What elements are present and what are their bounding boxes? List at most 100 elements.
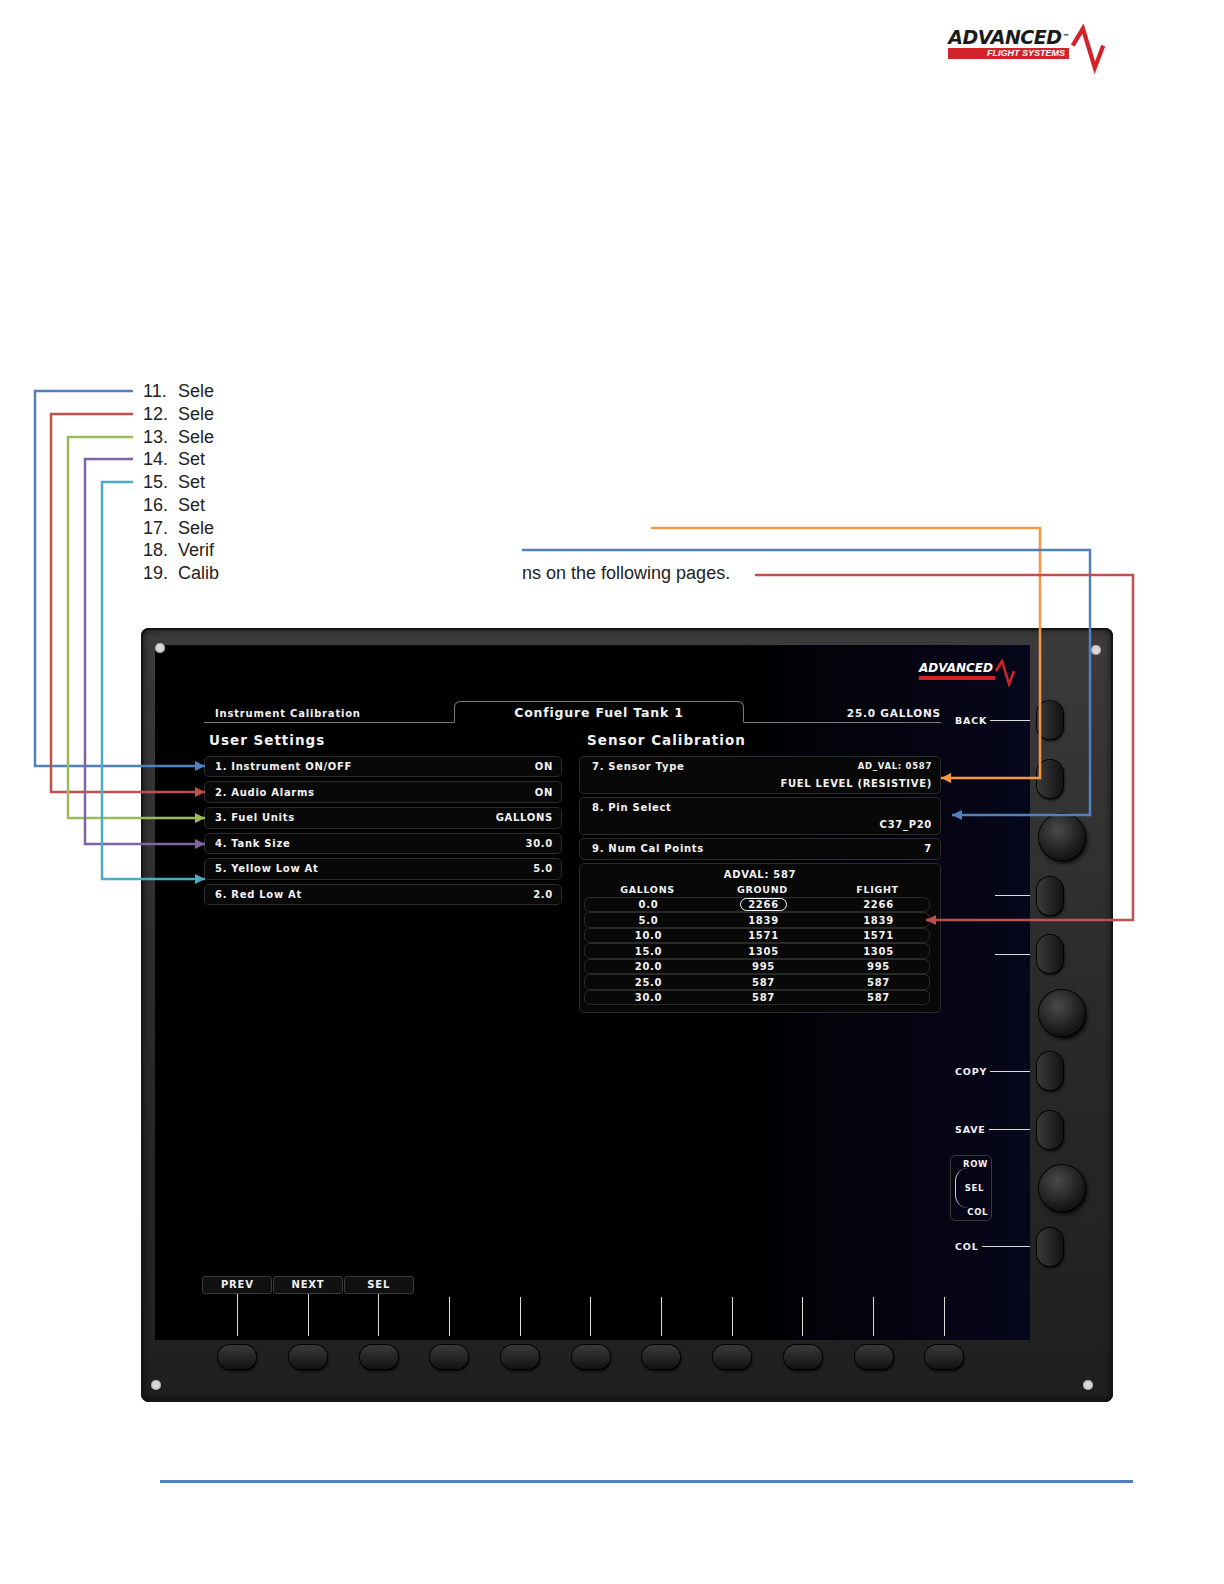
step-number: 17.: [143, 517, 178, 540]
table-cell: 2266: [706, 898, 821, 911]
softkey-line: [378, 1294, 379, 1336]
step-number: 16.: [143, 494, 178, 517]
table-cell: 0.0: [591, 898, 706, 911]
bottom-button[interactable]: [218, 1345, 256, 1369]
screen-body: Instrument CalibrationConfigure Fuel Tan…: [155, 691, 1030, 1276]
softkey-line: [995, 895, 1030, 896]
bottom-button[interactable]: [572, 1345, 610, 1369]
table-cell: 30.0: [591, 991, 706, 1004]
softkey-line: [308, 1294, 309, 1336]
softkey-slot: COL: [945, 1217, 1030, 1276]
setting-value: 2.0: [533, 889, 553, 900]
footer-rule: [160, 1480, 1133, 1483]
step-item: 13.Sele: [143, 426, 1224, 449]
rotary-knob[interactable]: [1039, 814, 1085, 860]
bottom-softkey-slot: NEXT: [273, 1276, 344, 1340]
bottom-button[interactable]: [925, 1345, 963, 1369]
softkey-slot: ROWSELCOL: [945, 1159, 1030, 1218]
section-title: User Settings: [204, 732, 579, 748]
table-row[interactable]: 25.0587587: [584, 974, 930, 990]
zigzag-icon: [995, 659, 1015, 687]
control-slot: [1030, 749, 1113, 808]
table-cell: 20.0: [591, 960, 706, 973]
setting-row[interactable]: 4. Tank Size30.0: [204, 833, 562, 855]
softkey-label: COL: [955, 1241, 982, 1252]
table-cell: 995: [821, 960, 936, 973]
bottom-button[interactable]: [430, 1345, 468, 1369]
control-slot: [909, 1345, 980, 1369]
table-cell: 995: [706, 960, 821, 973]
pin-select-row[interactable]: 8. Pin SelectC37_P20: [579, 797, 941, 835]
settings-columns: 1. Instrument ON/OFFON 2. Audio AlarmsON 3…: [204, 756, 941, 1013]
step-item: 15.Set: [143, 471, 1224, 494]
setting-row[interactable]: 5. Yellow Low At5.0: [204, 858, 562, 880]
table-row[interactable]: 10.015711571: [584, 928, 930, 944]
softkey-line: [802, 1297, 803, 1336]
user-settings: 1. Instrument ON/OFFON 2. Audio AlarmsON 3…: [204, 756, 562, 1013]
step-text: Set: [178, 471, 522, 494]
setting-value: ON: [535, 787, 553, 798]
rotary-knob[interactable]: [1039, 1165, 1085, 1211]
bottom-button[interactable]: [713, 1345, 751, 1369]
control-slot: [202, 1345, 273, 1369]
setting-row[interactable]: 3. Fuel UnitsGALLONS: [204, 807, 562, 829]
setting-row[interactable]: 2. Audio AlarmsON: [204, 781, 562, 803]
brand-subtitle: FLIGHT SYSTEMS: [948, 48, 1069, 59]
screen-logo: ADVANCED: [919, 659, 1015, 691]
screw-icon: [151, 1380, 161, 1390]
table-row[interactable]: 5.018391839: [584, 912, 930, 928]
side-button[interactable]: [1037, 1052, 1063, 1090]
step-number: 19.: [143, 562, 178, 585]
setting-row[interactable]: 1. Instrument ON/OFFON: [204, 756, 562, 778]
side-button[interactable]: [1037, 760, 1063, 798]
bottom-button[interactable]: [289, 1345, 327, 1369]
knob-label: SEL: [965, 1183, 988, 1193]
ad-value: AD_VAL: 0587: [858, 759, 932, 774]
softkey-slot: SAVE: [945, 1100, 1030, 1159]
callout-arrow: [651, 528, 1040, 778]
bottom-button[interactable]: [855, 1345, 893, 1369]
step-text: Calib: [178, 562, 522, 585]
table-caption: ADVAL: 587: [584, 867, 936, 882]
table-row[interactable]: 30.0587587: [584, 990, 930, 1006]
setting-value: GALLONS: [496, 812, 553, 823]
softkey-line: [449, 1297, 450, 1336]
rotary-knob[interactable]: [1039, 990, 1085, 1036]
softkey-line: [990, 720, 1030, 721]
bottom-button[interactable]: [501, 1345, 539, 1369]
bottom-button[interactable]: [642, 1345, 680, 1369]
callout-arrow: [85, 459, 205, 844]
screw-icon: [1091, 645, 1101, 655]
step-text: Sele: [178, 403, 522, 426]
step-text: Verif: [178, 539, 522, 562]
bottom-button[interactable]: [360, 1345, 398, 1369]
softkey-slot: [945, 749, 1030, 808]
table-cell: 587: [706, 976, 821, 989]
table-row[interactable]: 15.013051305: [584, 943, 930, 959]
softkey-line: [989, 1129, 1030, 1130]
sensor-type-row[interactable]: 7. Sensor TypeAD_VAL: 0587FUEL LEVEL (RE…: [579, 756, 941, 794]
table-cell: 1305: [821, 945, 936, 958]
breadcrumb: Instrument Calibration: [204, 708, 454, 722]
table-cell: 5.0: [591, 914, 706, 927]
side-button[interactable]: [1037, 701, 1063, 739]
control-slot: [838, 1345, 909, 1369]
softkey-slot: COPY: [945, 1042, 1030, 1101]
bottom-softkey-slot: SEL: [343, 1276, 414, 1340]
table-row[interactable]: 0.022662266: [584, 897, 930, 913]
side-button[interactable]: [1037, 1111, 1063, 1149]
bottom-softkey-slot: [626, 1276, 697, 1340]
side-button[interactable]: [1037, 935, 1063, 973]
side-button[interactable]: [1037, 1228, 1063, 1266]
setting-row[interactable]: 6. Red Low At2.0: [204, 884, 562, 906]
step-text: Sele: [178, 426, 522, 449]
num-cal-points-row[interactable]: 9. Num Cal Points7: [579, 838, 941, 860]
bottom-button[interactable]: [784, 1345, 822, 1369]
control-slot: [1030, 1159, 1113, 1218]
control-slot: [1030, 925, 1113, 984]
setting-value: FUEL LEVEL (RESISTIVE): [780, 776, 932, 791]
column-header: GALLONS: [590, 882, 705, 897]
table-row[interactable]: 20.0995995: [584, 959, 930, 975]
side-controls: [1030, 645, 1113, 1340]
side-button[interactable]: [1037, 877, 1063, 915]
